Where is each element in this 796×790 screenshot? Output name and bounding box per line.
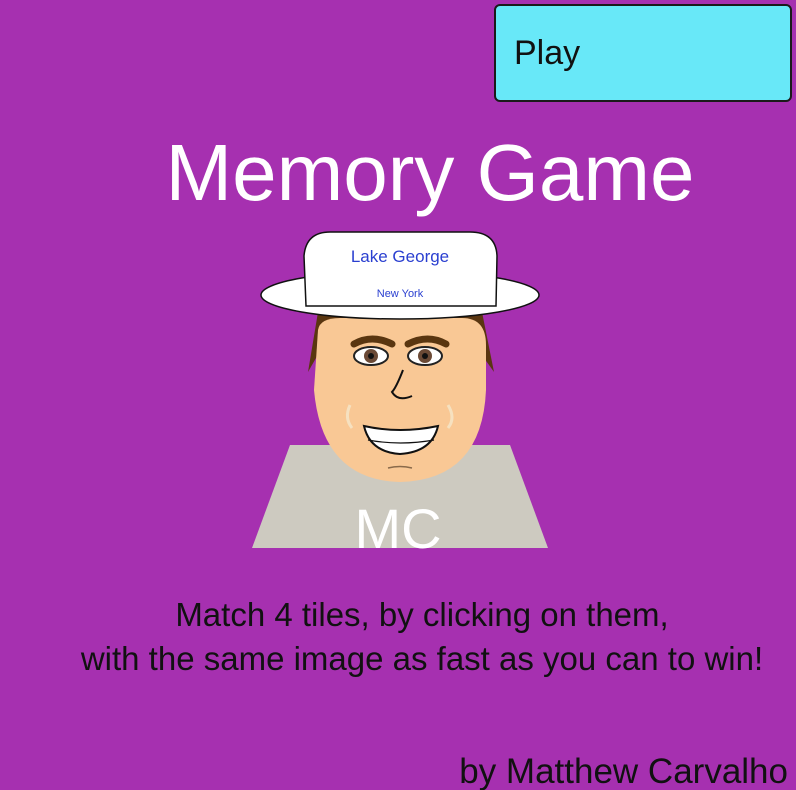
avatar-illustration: Lake George New York MC [252,231,548,555]
instructions-line-2: with the same image as fast as you can t… [80,640,764,677]
avatar-eye-right [407,346,443,366]
game-canvas: Play Memory Game Lake George New York MC… [0,0,796,790]
hat-text-line1: Lake George [351,247,449,266]
hat-text-line2: New York [377,288,424,300]
instructions-line-1: Match 4 tiles, by clicking on them, [175,596,669,633]
author-credit: by Matthew Carvalho [459,752,788,790]
instructions-text: Match 4 tiles, by clicking on them, with… [0,593,796,681]
avatar-eye-left [353,346,389,366]
avatar-face [314,318,486,482]
game-title: Memory Game [165,128,695,217]
play-button[interactable]: Play [494,4,792,102]
shirt-monogram: MC [354,497,441,555]
